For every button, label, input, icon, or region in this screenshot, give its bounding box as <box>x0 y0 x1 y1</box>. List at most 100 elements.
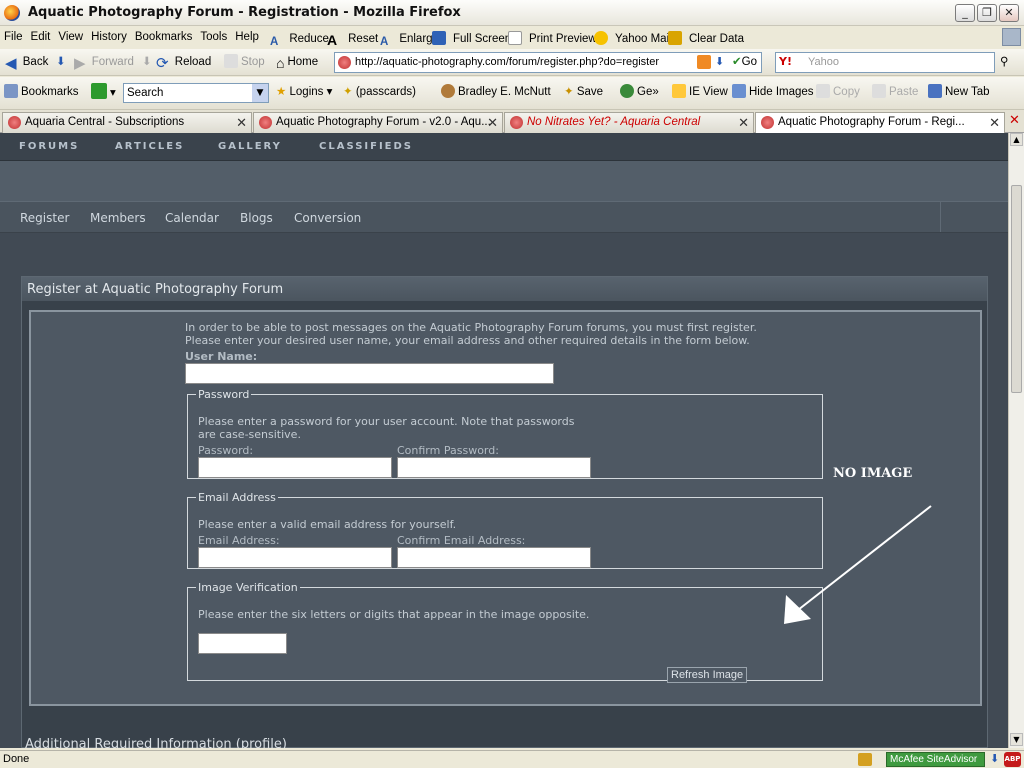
subnav-members[interactable]: Members <box>90 211 146 225</box>
scroll-down-icon[interactable]: ▼ <box>1010 733 1023 746</box>
refresh-image-button[interactable]: Refresh Image <box>667 667 748 683</box>
back-button[interactable]: ◀ Back <box>5 54 49 72</box>
menu-view[interactable]: View <box>54 27 87 47</box>
tab-strip: Aquaria Central - Subscriptions ✕ Aquatic… <box>0 110 1024 133</box>
search-magnifier-icon[interactable]: ⚲ <box>1000 54 1008 70</box>
bookmarks-button[interactable]: Bookmarks <box>4 84 79 100</box>
minimize-button[interactable]: _ <box>955 4 975 22</box>
passcards-button[interactable]: ✦ (passcards) <box>343 84 416 100</box>
email-field[interactable] <box>198 547 392 568</box>
tab-registration[interactable]: Aquatic Photography Forum - Regi... ✕ <box>755 112 1005 133</box>
tab-close-icon[interactable]: ✕ <box>236 113 247 132</box>
menu-bookmarks[interactable]: Bookmarks <box>131 27 197 47</box>
forward-button[interactable]: ▶ Forward <box>74 54 134 72</box>
menu-bar: File Edit View History Bookmarks Tools Help AR… <box>0 27 1024 49</box>
close-button[interactable]: ✕ <box>999 4 1019 22</box>
ge-button[interactable]: Ge» <box>620 84 659 100</box>
copy-button[interactable]: Copy <box>816 84 860 100</box>
password-legend: Password <box>198 388 250 401</box>
hide-images-button[interactable]: Hide Images <box>732 84 814 100</box>
print-preview-icon <box>508 31 522 45</box>
tab-label: Aquatic Photography Forum - v2.0 - Aqu..… <box>276 116 491 128</box>
reload-button[interactable]: ⟳ Reload <box>156 54 211 72</box>
bookmarks-label: Bookmarks <box>21 86 79 98</box>
stop-button[interactable]: Stop <box>224 54 265 70</box>
back-history-dropdown[interactable]: ⬇ <box>56 54 66 70</box>
confirm-email-field[interactable] <box>397 547 591 568</box>
go-label: Go <box>741 56 757 68</box>
email-label: Email Address: <box>198 534 280 547</box>
intro-text: In order to be able to post messages on … <box>185 321 905 347</box>
verification-code-field[interactable] <box>198 633 287 654</box>
paste-button[interactable]: Paste <box>872 84 918 100</box>
maximize-button[interactable]: ❐ <box>977 4 997 22</box>
email-legend: Email Address <box>198 491 276 504</box>
nav-gallery[interactable]: GALLERY <box>218 141 282 152</box>
subnav-conversion[interactable]: Conversion <box>294 211 361 225</box>
fullscreen-icon <box>432 31 446 45</box>
tab-close-icon[interactable]: ✕ <box>738 113 749 132</box>
logins-button[interactable]: ★ Logins ▾ <box>276 84 332 100</box>
text-enlarge-icon: A <box>380 36 389 48</box>
home-button[interactable]: ⌂ Home <box>276 54 318 71</box>
subnav-calendar[interactable]: Calendar <box>165 211 219 225</box>
username-field[interactable] <box>185 363 554 384</box>
siteadvisor-dropdown-icon[interactable]: ⬇ <box>990 752 999 765</box>
tab-close-icon[interactable]: ✕ <box>487 113 498 132</box>
menu-edit[interactable]: Edit <box>27 27 55 47</box>
chevron-down-icon[interactable]: ▼ <box>252 84 268 102</box>
nav-forums[interactable]: FORUMS <box>19 141 79 152</box>
tab-no-nitrates[interactable]: No Nitrates Yet? - Aquaria Central ✕ <box>504 112 754 133</box>
go-button[interactable]: ✔Go <box>732 54 757 70</box>
new-tab-button[interactable]: New Tab <box>928 84 990 100</box>
ie-view-button[interactable]: IE View <box>672 84 728 100</box>
toolbar-search-value: Search <box>127 87 164 99</box>
menu-file[interactable]: File <box>0 27 27 47</box>
back-label: Back <box>22 56 49 68</box>
scroll-up-icon[interactable]: ▲ <box>1010 133 1023 146</box>
subnav-register[interactable]: Register <box>20 211 69 225</box>
user-button[interactable]: Bradley E. McNutt <box>441 84 551 100</box>
tab-aquaria-subscriptions[interactable]: Aquaria Central - Subscriptions ✕ <box>2 112 252 133</box>
tab-aquatic-photography-v2[interactable]: Aquatic Photography Forum - v2.0 - Aqu..… <box>253 112 503 133</box>
nav-articles[interactable]: ARTICLES <box>115 141 184 152</box>
throbber-icon <box>1002 28 1021 46</box>
password-field[interactable] <box>198 457 392 478</box>
rss-feed-icon[interactable] <box>697 55 711 69</box>
menu-tools[interactable]: Tools <box>196 27 231 47</box>
site-sub-nav: Register Members Calendar Blogs Conversi… <box>0 201 1008 233</box>
url-bar[interactable]: http://aquatic-photography.com/forum/reg… <box>334 52 762 73</box>
green-robot-button[interactable]: ▾ <box>91 83 116 101</box>
search-field[interactable]: Y! Yahoo <box>775 52 995 73</box>
forward-arrow-icon: ▶ <box>74 55 86 72</box>
nav-classifieds[interactable]: CLASSIFIEDS <box>319 141 413 152</box>
tab-favicon <box>761 116 774 129</box>
intro-line-2: Please enter your desired user name, you… <box>185 334 750 347</box>
save-button[interactable]: ✦ Save <box>564 84 603 100</box>
vertical-scrollbar[interactable]: ▲ ▼ <box>1008 133 1024 748</box>
paste-icon <box>872 84 886 98</box>
site-main-nav: FORUMS ARTICLES GALLERY CLASSIFIEDS <box>0 133 1008 161</box>
tab-close-icon[interactable]: ✕ <box>989 113 1000 132</box>
scroll-thumb[interactable] <box>1011 185 1022 393</box>
close-tabs-icon[interactable]: ✕ <box>1009 113 1020 128</box>
clear-data-button[interactable]: Clear Data <box>664 29 752 49</box>
subnav-blogs[interactable]: Blogs <box>240 211 273 225</box>
tab-favicon <box>259 116 272 129</box>
registration-form: In order to be able to post messages on … <box>29 310 982 706</box>
extensions-toolbar: Bookmarks ▾ Search ▼ ★ Logins ▾ ✦ (passc… <box>0 77 1024 110</box>
window-titlebar: Aquatic Photography Forum - Registration… <box>0 0 1024 26</box>
adblock-icon[interactable]: ABP <box>1004 752 1021 767</box>
menu-help[interactable]: Help <box>231 27 263 47</box>
url-dropdown-icon[interactable]: ⬇ <box>715 55 724 68</box>
siteadvisor-badge[interactable]: McAfee SiteAdvisor <box>886 752 985 767</box>
confirm-password-field[interactable] <box>397 457 591 478</box>
header-band <box>0 161 1008 201</box>
menu-history[interactable]: History <box>87 27 131 47</box>
status-bar: Done McAfee SiteAdvisor ⬇ ABP <box>0 750 1024 768</box>
toolbar-search-select[interactable]: Search ▼ <box>123 83 269 103</box>
forward-history-dropdown[interactable]: ⬇ <box>142 54 152 70</box>
verification-legend: Image Verification <box>198 581 298 594</box>
go-check-icon: ✔ <box>732 56 742 68</box>
logins-label: Logins <box>289 86 324 98</box>
